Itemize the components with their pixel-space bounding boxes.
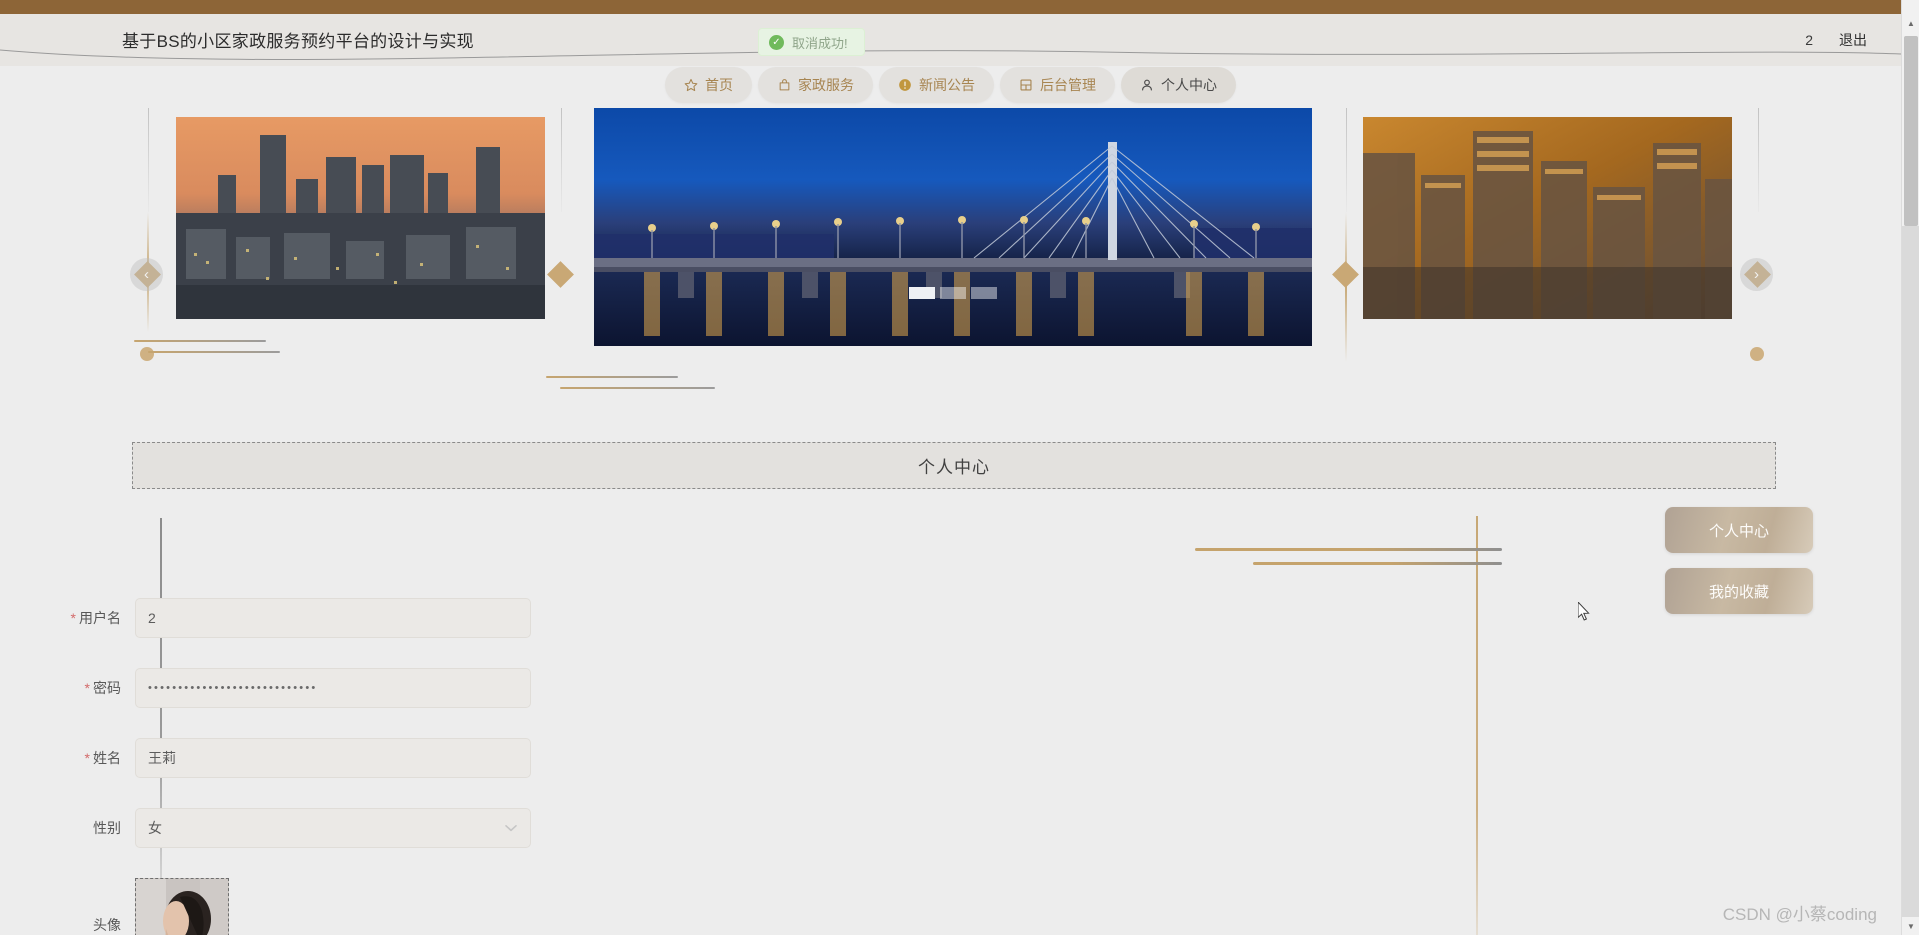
toast-notification: ✓ 取消成功!	[758, 28, 865, 56]
carousel-side-image-left[interactable]	[176, 117, 545, 319]
carousel-next-button[interactable]: ›	[1740, 258, 1773, 291]
header-account-area: 2 退出	[1805, 30, 1867, 50]
right-frame-vline	[1758, 108, 1759, 212]
label-text: 头像	[93, 917, 121, 933]
side-button-group: 个人中心 我的收藏	[1665, 507, 1813, 614]
carousel-indicator-1[interactable]	[909, 287, 935, 299]
left-accent-line-1	[134, 340, 266, 342]
form-gold-vertical-rule-decoration	[1476, 516, 1478, 935]
carousel-side-image-right[interactable]	[1363, 117, 1732, 319]
form-row-avatar: 头像	[0, 878, 229, 935]
avatar-upload[interactable]	[135, 878, 229, 935]
page-title-box: 个人中心	[132, 442, 1776, 489]
nav-item-news-announcement[interactable]: 新闻公告	[879, 67, 994, 103]
right-circle-decoration	[1750, 347, 1764, 361]
current-user-name: 2	[1805, 32, 1813, 48]
nav-item-backend-management[interactable]: 后台管理	[1000, 67, 1115, 103]
side-button-personal-center[interactable]: 个人中心	[1665, 507, 1813, 553]
mid-left-frame-vline	[561, 108, 562, 212]
password-input[interactable]: ••••••••••••••••••••••••••••	[135, 668, 531, 708]
form-label-fullname: * 姓名	[0, 748, 135, 768]
carousel-prev-button[interactable]: ‹	[130, 258, 163, 291]
mid-right-frame-vline	[1346, 108, 1347, 212]
carousel-indicator-2[interactable]	[940, 287, 966, 299]
info-icon	[898, 78, 912, 92]
nav-item-housekeeping-service[interactable]: 家政服务	[758, 67, 873, 103]
watermark: CSDN @小蔡coding	[1722, 905, 1877, 924]
nav-label: 新闻公告	[919, 77, 975, 93]
label-text: 密码	[93, 680, 121, 696]
form-label-gender: 性别	[0, 818, 135, 838]
nav-label: 后台管理	[1040, 77, 1096, 93]
scrollbar-down-arrow-icon[interactable]: ▼	[1902, 917, 1919, 935]
form-label-avatar: 头像	[0, 915, 135, 935]
password-value: ••••••••••••••••••••••••••••	[148, 682, 318, 694]
bag-icon	[777, 78, 791, 92]
main-navigation: 首页 家政服务 新闻公告 后台管理 个人中心	[0, 62, 1901, 108]
page-title: 个人中心	[918, 458, 990, 477]
scrollbar-thumb[interactable]	[1904, 36, 1918, 226]
form-row-password: * 密码 ••••••••••••••••••••••••••••	[0, 668, 531, 708]
content-area: * 用户名 2 * 密码 •••••••••••••••••••••••••••• …	[0, 500, 1901, 935]
site-header: 基于BS的小区家政服务预约平台的设计与实现 ✓ 取消成功! 2 退出	[0, 14, 1901, 66]
check-circle-icon: ✓	[769, 34, 784, 50]
carousel-indicator-3[interactable]	[971, 287, 997, 299]
nav-label: 首页	[705, 77, 733, 93]
scrollbar-track[interactable]	[1902, 226, 1919, 917]
required-marker: *	[84, 750, 90, 766]
nav-item-home[interactable]: 首页	[665, 67, 752, 103]
label-text: 性别	[93, 820, 121, 836]
username-value: 2	[148, 610, 156, 626]
page-root: 基于BS的小区家政服务预约平台的设计与实现 ✓ 取消成功! 2 退出 首页 家政…	[0, 0, 1919, 935]
label-text: 用户名	[79, 610, 121, 626]
form-row-fullname: * 姓名 王莉	[0, 738, 531, 778]
gender-value: 女	[148, 820, 162, 836]
required-marker: *	[84, 680, 90, 696]
top-brand-strip	[0, 0, 1901, 14]
nav-label: 个人中心	[1161, 77, 1217, 93]
nav-label: 家政服务	[798, 77, 854, 93]
side-button-label: 个人中心	[1708, 522, 1769, 540]
content-accent-line-1	[1195, 548, 1502, 551]
page-scrollbar[interactable]: ▲ ▼	[1901, 0, 1919, 935]
site-title: 基于BS的小区家政服务预约平台的设计与实现	[122, 32, 474, 51]
left-frame-vline	[148, 108, 149, 212]
gender-select[interactable]: 女	[135, 808, 531, 848]
username-input[interactable]: 2	[135, 598, 531, 638]
scrollbar-up-arrow-icon[interactable]: ▲	[1902, 14, 1919, 32]
mid-left-diamond-decoration	[547, 261, 574, 288]
left-accent-line-2	[148, 351, 280, 353]
form-left-rule-decoration	[160, 518, 162, 935]
form-row-username: * 用户名 2	[0, 598, 531, 638]
center-accent-line-1	[546, 376, 678, 378]
form-label-password: * 密码	[0, 678, 135, 698]
nav-item-personal-center[interactable]: 个人中心	[1121, 67, 1236, 103]
left-circle-decoration	[140, 347, 154, 361]
user-icon	[1140, 78, 1154, 92]
mid-right-diamond-decoration	[1332, 261, 1359, 288]
carousel-main-image[interactable]	[594, 108, 1312, 346]
star-icon	[684, 78, 698, 92]
form-label-username: * 用户名	[0, 608, 135, 628]
side-button-my-favorites[interactable]: 我的收藏	[1665, 568, 1813, 614]
required-marker: *	[70, 610, 76, 626]
carousel-section: ‹ ›	[0, 108, 1901, 398]
side-button-label: 我的收藏	[1708, 583, 1769, 601]
fullname-value: 王莉	[148, 750, 176, 766]
carousel-indicators	[594, 287, 1312, 299]
logout-button[interactable]: 退出	[1839, 30, 1867, 50]
toast-message: 取消成功!	[792, 35, 848, 51]
form-row-gender: 性别 女	[0, 808, 531, 848]
chevron-down-icon	[505, 821, 517, 835]
grid-icon	[1019, 78, 1033, 92]
label-text: 姓名	[93, 750, 121, 766]
fullname-input[interactable]: 王莉	[135, 738, 531, 778]
center-accent-line-2	[560, 387, 715, 389]
content-accent-line-2	[1253, 562, 1502, 565]
